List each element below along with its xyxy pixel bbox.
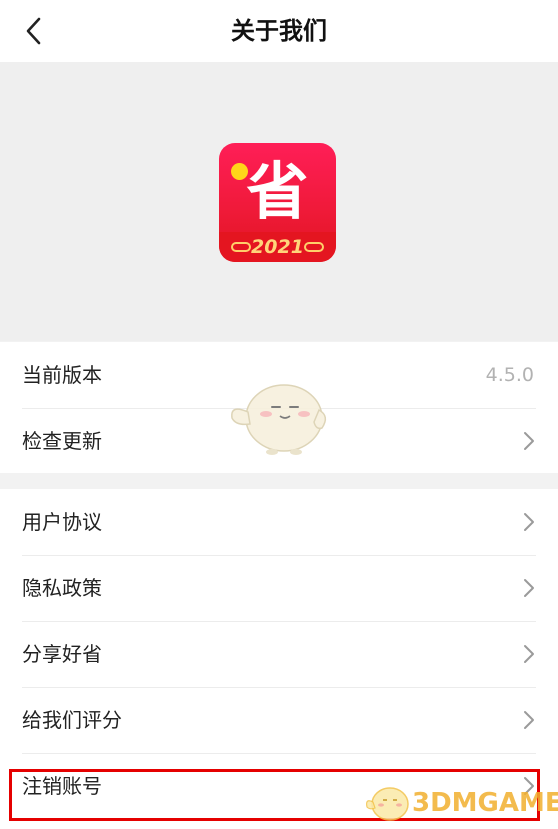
menu-item-user-agreement[interactable]: 用户协议 xyxy=(0,489,558,555)
menu-item-label: 用户协议 xyxy=(22,510,102,534)
menu-item-label: 隐私政策 xyxy=(22,576,102,600)
check-update-label: 检查更新 xyxy=(22,429,102,453)
menu-item-share[interactable]: 分享好省 xyxy=(0,621,558,687)
menu-item-label: 注销账号 xyxy=(22,774,102,798)
mascot-chick-icon xyxy=(231,384,327,455)
app-header: 关于我们 xyxy=(0,0,558,62)
logo-character: 省 xyxy=(246,155,309,228)
watermark-chick-icon xyxy=(366,787,409,821)
chevron-right-icon xyxy=(524,645,534,663)
menu-item-label: 分享好省 xyxy=(22,642,102,666)
menu-item-label: 给我们评分 xyxy=(22,708,122,732)
current-version-label: 当前版本 xyxy=(22,363,102,387)
chevron-right-icon xyxy=(524,711,534,729)
current-version-value: 4.5.0 xyxy=(485,364,534,386)
chevron-right-icon xyxy=(524,513,534,531)
app-logo-section: 省 2021 xyxy=(0,62,558,341)
menu-item-rate-us[interactable]: 给我们评分 xyxy=(0,687,558,753)
page-title: 关于我们 xyxy=(231,17,327,45)
app-logo: 省 2021 xyxy=(219,143,336,262)
watermark: 3DMGAME xyxy=(364,778,558,826)
menu-item-privacy-policy[interactable]: 隐私政策 xyxy=(0,555,558,621)
watermark-text: 3DMGAME xyxy=(412,788,558,818)
chevron-right-icon xyxy=(524,579,534,597)
chevron-right-icon xyxy=(524,432,534,450)
logo-year: 2021 xyxy=(251,236,304,258)
